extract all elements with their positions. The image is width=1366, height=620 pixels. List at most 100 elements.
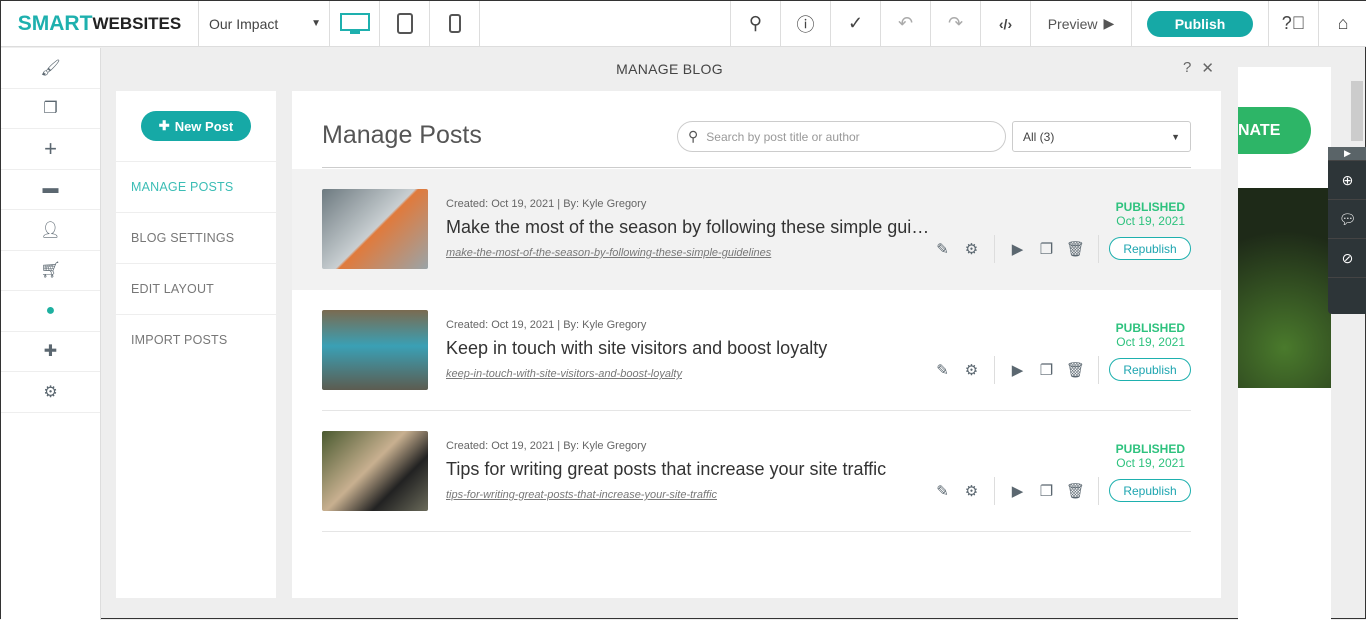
scrollbar[interactable] bbox=[1351, 81, 1363, 141]
republish-button[interactable]: Republish bbox=[1109, 237, 1191, 260]
hide-comments-icon[interactable]: ⊘ bbox=[1328, 239, 1366, 278]
close-icon[interactable]: ✕ bbox=[1201, 59, 1214, 77]
edit-icon[interactable]: ✎ bbox=[928, 361, 957, 379]
post-row[interactable]: Created: Oct 19, 2021 | By: Kyle Gregory… bbox=[292, 290, 1221, 411]
brush-icon: 🖌︎ bbox=[40, 59, 61, 77]
sidebar-store[interactable]: 🛒︎ bbox=[1, 251, 100, 291]
nav-edit-layout[interactable]: EDIT LAYOUT bbox=[116, 263, 276, 314]
search-icon: ⚲ bbox=[688, 128, 699, 144]
post-title[interactable]: Make the most of the season by following… bbox=[446, 217, 931, 238]
logo[interactable]: SMART WEBSITES bbox=[1, 1, 199, 46]
preview-button[interactable]: Preview ▶ bbox=[1031, 1, 1132, 46]
top-toolbar: SMART WEBSITES Our Impact ▼ ⚲ ⓘ ✓ ↶ ↷ ‹/› … bbox=[1, 1, 1366, 47]
redo-icon: ↷ bbox=[947, 13, 964, 33]
post-row[interactable]: Created: Oct 19, 2021 | By: Kyle Gregory… bbox=[292, 411, 1221, 532]
help-button[interactable]: ?⃝ bbox=[1269, 1, 1319, 46]
help-icon[interactable]: ? bbox=[1183, 59, 1191, 77]
post-slug-link[interactable]: make-the-most-of-the-season-by-following… bbox=[446, 247, 771, 259]
gear-icon[interactable]: ⚙ bbox=[957, 361, 986, 379]
desktop-view-button[interactable] bbox=[330, 1, 380, 46]
sidebar-settings[interactable]: ⚙ bbox=[1, 372, 100, 413]
trash-icon[interactable]: 🗑︎ bbox=[1061, 361, 1090, 379]
nav-blog-settings[interactable]: BLOG SETTINGS bbox=[116, 212, 276, 263]
donate-button[interactable]: NATE bbox=[1238, 107, 1311, 154]
expand-icon[interactable]: ▶ bbox=[1328, 147, 1366, 161]
nav-import-posts[interactable]: IMPORT POSTS bbox=[116, 314, 276, 365]
code-button[interactable]: ‹/› bbox=[981, 1, 1031, 46]
play-icon[interactable]: ▶ bbox=[1003, 240, 1032, 258]
gear-icon[interactable]: ⚙ bbox=[957, 482, 986, 500]
plus-icon: ✚ bbox=[158, 118, 170, 133]
tablet-icon bbox=[396, 12, 413, 34]
folder-icon: ▬ bbox=[42, 180, 59, 198]
edit-icon[interactable]: ✎ bbox=[928, 482, 957, 500]
pages-icon: ❐ bbox=[43, 100, 58, 118]
floating-toolbar: ▶ ⊕ 💬︎ ⊘ bbox=[1328, 147, 1366, 314]
chevron-down-icon: ▼ bbox=[1171, 131, 1180, 142]
search-button[interactable]: ⚲ bbox=[731, 1, 781, 46]
play-icon[interactable]: ▶ bbox=[1003, 482, 1032, 500]
status-filter-select[interactable]: All (3) ▼ bbox=[1012, 121, 1191, 152]
sidebar-blog[interactable]: ● bbox=[1, 291, 100, 332]
chevron-down-icon: ▼ bbox=[311, 18, 321, 29]
sidebar: 🖌︎ ❐ + ▬ 👤︎ 🛒︎ ● ✚ ⚙ bbox=[1, 48, 101, 620]
post-title[interactable]: Keep in touch with site visitors and boo… bbox=[446, 338, 931, 359]
undo-icon: ↶ bbox=[897, 13, 914, 33]
undo-button[interactable]: ↶ bbox=[881, 1, 931, 46]
mobile-view-button[interactable] bbox=[430, 1, 480, 46]
comment-icon[interactable]: 💬︎ bbox=[1328, 200, 1366, 239]
blog-nav-panel: ✚ New Post MANAGE POSTS BLOG SETTINGS EDI… bbox=[116, 91, 276, 598]
sidebar-add[interactable]: + bbox=[1, 129, 100, 170]
duplicate-icon[interactable]: ❐ bbox=[1032, 482, 1061, 500]
nav-manage-posts[interactable]: MANAGE POSTS bbox=[116, 161, 276, 212]
duplicate-icon[interactable]: ❐ bbox=[1032, 240, 1061, 258]
play-icon: ▶ bbox=[1103, 15, 1115, 31]
sidebar-pages[interactable]: ❐ bbox=[1, 89, 100, 129]
edit-icon[interactable]: ✎ bbox=[928, 240, 957, 258]
duplicate-icon[interactable]: ❐ bbox=[1032, 361, 1061, 379]
mobile-icon bbox=[448, 13, 461, 33]
manage-posts-panel: Manage Posts ⚲ Search by post title or au… bbox=[292, 91, 1221, 598]
page-select[interactable]: Our Impact ▼ bbox=[199, 1, 330, 46]
trash-icon[interactable]: 🗑︎ bbox=[1061, 482, 1090, 500]
tablet-view-button[interactable] bbox=[380, 1, 430, 46]
redo-button[interactable]: ↷ bbox=[931, 1, 981, 46]
sidebar-apps[interactable]: ✚ bbox=[1, 332, 100, 372]
info-icon: ⓘ bbox=[796, 14, 815, 35]
preview-image bbox=[1238, 188, 1331, 388]
sidebar-design[interactable]: 🖌︎ bbox=[1, 48, 100, 89]
code-icon: ‹/› bbox=[998, 15, 1013, 32]
search-input[interactable]: ⚲ Search by post title or author bbox=[677, 121, 1006, 152]
check-icon: ✓ bbox=[847, 13, 864, 33]
home-button[interactable]: ⌂ bbox=[1319, 1, 1366, 46]
gear-icon: ⚙ bbox=[43, 383, 58, 401]
info-button[interactable]: ⓘ bbox=[781, 1, 831, 46]
post-thumbnail bbox=[322, 189, 428, 269]
post-slug-link[interactable]: tips-for-writing-great-posts-that-increa… bbox=[446, 489, 717, 501]
gear-icon[interactable]: ⚙ bbox=[957, 240, 986, 258]
cart-icon: 🛒︎ bbox=[40, 262, 61, 280]
post-thumbnail bbox=[322, 431, 428, 511]
post-thumbnail bbox=[322, 310, 428, 390]
sidebar-files[interactable]: ▬ bbox=[1, 170, 100, 210]
sidebar-users[interactable]: 👤︎ bbox=[1, 210, 100, 251]
user-icon: 👤︎ bbox=[40, 221, 61, 239]
post-title[interactable]: Tips for writing great posts that increa… bbox=[446, 459, 931, 480]
post-row[interactable]: Created: Oct 19, 2021 | By: Kyle Gregory… bbox=[292, 169, 1221, 290]
search-icon: ⚲ bbox=[748, 13, 763, 33]
chat-bubble-icon: ● bbox=[45, 301, 56, 319]
trash-icon[interactable]: 🗑︎ bbox=[1061, 240, 1090, 258]
publish-button[interactable]: Publish bbox=[1147, 10, 1253, 37]
puzzle-icon: ✚ bbox=[43, 343, 58, 361]
play-icon[interactable]: ▶ bbox=[1003, 361, 1032, 379]
republish-button[interactable]: Republish bbox=[1109, 358, 1191, 381]
add-comment-icon[interactable]: ⊕ bbox=[1328, 161, 1366, 200]
post-slug-link[interactable]: keep-in-touch-with-site-visitors-and-boo… bbox=[446, 368, 682, 380]
new-post-button[interactable]: ✚ New Post bbox=[141, 111, 251, 141]
republish-button[interactable]: Republish bbox=[1109, 479, 1191, 502]
plus-icon: + bbox=[44, 135, 57, 161]
check-button[interactable]: ✓ bbox=[831, 1, 881, 46]
status-badge: PUBLISHED bbox=[1115, 321, 1185, 335]
home-icon: ⌂ bbox=[1337, 13, 1349, 33]
modal-title: MANAGE BLOG bbox=[616, 61, 723, 77]
